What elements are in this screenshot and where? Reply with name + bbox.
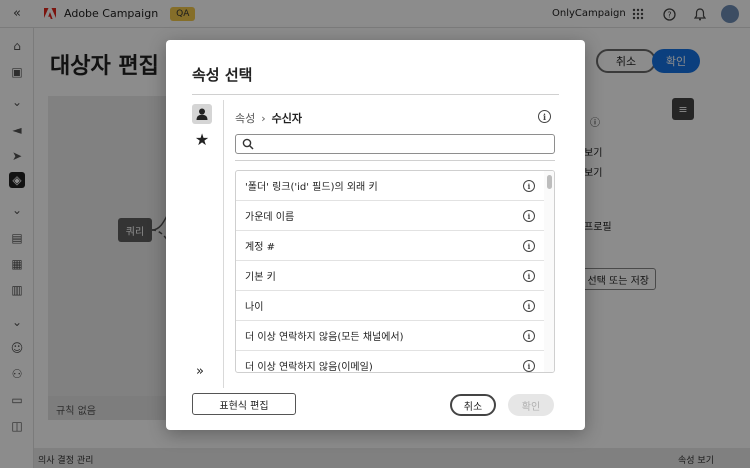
- scrollbar[interactable]: [544, 171, 554, 372]
- list-item[interactable]: '폴더' 링크('id' 필드)의 외래 키 i: [236, 171, 546, 201]
- list-item-label: 더 이상 연락하지 않음(이메일): [245, 362, 373, 373]
- info-icon[interactable]: i: [523, 180, 535, 192]
- breadcrumb-root[interactable]: 속성: [235, 110, 255, 126]
- search-icon: [242, 138, 254, 150]
- scrollbar-thumb[interactable]: [547, 175, 552, 189]
- breadcrumb: 속성 › 수신자: [235, 110, 302, 126]
- select-attribute-dialog: 속성 선택 ★ » 속성 › 수신자 i '폴더' 링크('id' 필드)의 외…: [166, 40, 585, 430]
- divider: [235, 160, 555, 161]
- info-icon[interactable]: i: [523, 300, 535, 312]
- cancel-button[interactable]: 취소: [450, 394, 496, 416]
- info-icon[interactable]: i: [523, 210, 535, 222]
- info-icon[interactable]: i: [538, 110, 551, 123]
- search-field: [235, 134, 555, 154]
- breadcrumb-separator: ›: [261, 111, 266, 125]
- info-icon[interactable]: i: [523, 360, 535, 372]
- list-item-label: '폴더' 링크('id' 필드)의 외래 키: [245, 182, 378, 193]
- list-item-label: 더 이상 연락하지 않음(모든 채널에서): [245, 332, 404, 343]
- confirm-button[interactable]: 확인: [508, 394, 554, 416]
- search-input[interactable]: [258, 136, 548, 152]
- list-item[interactable]: 기본 키 i: [236, 261, 546, 291]
- list-item[interactable]: 더 이상 연락하지 않음(모든 채널에서) i: [236, 321, 546, 351]
- divider: [223, 100, 224, 388]
- attribute-list: '폴더' 링크('id' 필드)의 외래 키 i 가운데 이름 i 계정 # i…: [235, 170, 555, 373]
- info-icon[interactable]: i: [523, 240, 535, 252]
- list-item[interactable]: 나이 i: [236, 291, 546, 321]
- info-icon[interactable]: i: [523, 330, 535, 342]
- list-item[interactable]: 가운데 이름 i: [236, 201, 546, 231]
- list-item-label: 기본 키: [245, 272, 276, 283]
- chevron-double-right-icon[interactable]: »: [196, 364, 204, 379]
- list-item[interactable]: 더 이상 연락하지 않음(이메일) i: [236, 351, 546, 373]
- dialog-title: 속성 선택: [192, 66, 253, 84]
- star-icon[interactable]: ★: [192, 129, 212, 149]
- list-item-label: 가운데 이름: [245, 212, 295, 223]
- info-icon[interactable]: i: [523, 270, 535, 282]
- list-item-label: 나이: [245, 302, 264, 313]
- list-item-label: 계정 #: [245, 242, 275, 253]
- breadcrumb-current: 수신자: [271, 112, 303, 125]
- edit-expression-button[interactable]: 표현식 편집: [192, 393, 296, 415]
- list-item[interactable]: 계정 # i: [236, 231, 546, 261]
- divider: [192, 94, 559, 95]
- person-icon[interactable]: [192, 104, 212, 124]
